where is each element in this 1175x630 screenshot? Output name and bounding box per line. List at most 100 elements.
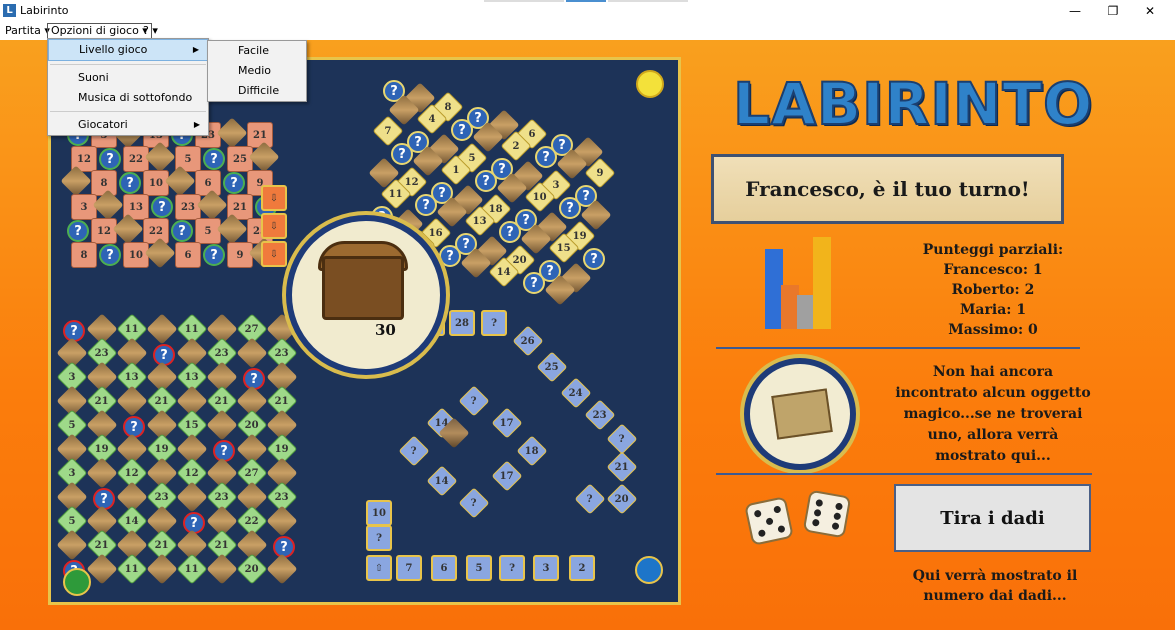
menu-item-livello-gioco[interactable]: Livello gioco ▶ [48,39,208,61]
mystery-tile-icon: ? [203,148,225,170]
stone-tile [146,553,178,585]
menu-item-medio[interactable]: Medio [208,61,306,81]
roll-dice-button[interactable]: Tira i dadi [894,484,1091,552]
dice-result-message: Qui verrà mostrato il numero dai dadi... [912,568,1078,604]
stone-tile [266,553,298,585]
chevron-right-icon: ▶ [193,120,200,129]
mystery-tile-icon: ? [67,220,89,242]
player-start-green [63,568,91,596]
mystery-tile-icon: ? [203,244,225,266]
board-tile: 22 [123,146,149,172]
path-tile: 23 [584,399,616,431]
stone-tile [176,481,208,513]
menu-separator [50,111,206,112]
scores-chart-icon [763,235,835,329]
mystery-tile-icon: ? [499,221,521,243]
board-tile: 11 [176,553,208,585]
titlebar-divider-accent [566,0,606,2]
options-dropdown: Livello gioco ▶ Suoni Musica di sottofond… [47,38,209,136]
path-tile: ? [458,487,490,519]
stone-tile [236,337,268,369]
minimize-button[interactable]: — [1060,2,1090,20]
mystery-tile-icon: ? [523,272,545,294]
stone-tile [86,457,118,489]
path-tile: 10 [366,500,392,526]
stone-tile [56,529,88,561]
menu-item-suoni[interactable]: Suoni [48,68,208,88]
mystery-tile-icon: ? [535,146,557,168]
treasure-chest-icon [322,256,404,320]
path-tile: ? [606,423,638,455]
score-maria: Maria: 1 [959,302,1027,318]
stone-tile [266,505,298,537]
path-tile: 20 [606,483,638,515]
path-tile: ? [574,483,606,515]
board-tile: 6 [175,242,201,268]
mystery-tile-icon: ? [171,220,193,242]
board-tile: 10 [123,242,149,268]
board-tile: 3 [71,194,97,220]
menu-item-difficile[interactable]: Difficile [208,81,306,101]
stone-tile [206,553,238,585]
menu-item-musica[interactable]: Musica di sottofondo [48,88,208,108]
close-button[interactable]: ✕ [1135,2,1165,20]
board-tile: 10 [143,170,169,196]
board-tile: 23 [175,194,201,220]
divider [716,473,1092,475]
path-tile: 17 [491,460,523,492]
path-tile: 2 [569,555,595,581]
turn-message-box: Francesco, è il tuo turno! [711,154,1064,224]
stone-tile [206,409,238,441]
scores-panel: Punteggi parziali: Francesco: 1 Roberto:… [905,240,1081,340]
board-tile: 11 [116,553,148,585]
path-tile: 21 [606,451,638,483]
path-tile: 24 [560,377,592,409]
score-massimo: Massimo: 0 [948,322,1038,338]
path-tile: ? [481,310,507,336]
board-tile: 12 [91,218,117,244]
maximize-button[interactable]: ❐ [1098,2,1128,20]
path-tile: 17 [491,407,523,439]
player-start-yellow [636,70,664,98]
board-tile: 5 [195,218,221,244]
board-tile: 9 [227,242,253,268]
menu-item-facile[interactable]: Facile [208,41,306,61]
board-tile: 20 [236,553,268,585]
menu-item-giocatori[interactable]: Giocatori ▶ [48,115,208,135]
stone-tile [86,553,118,585]
divider [716,347,1080,349]
stone-tile [216,117,248,149]
menu-partita[interactable]: Partita ▾ [2,24,53,38]
level-submenu: Facile Medio Difficile [207,40,307,102]
path-tile: 28 [449,310,475,336]
menu-help[interactable]: ? ▾ [140,24,161,38]
path-tile: 5 [466,555,492,581]
path-tile: ? [366,525,392,551]
path-tile: ? [458,385,490,417]
mystery-tile-icon: ? [391,143,413,165]
path-tile: 7 [396,555,422,581]
arrow-down-icon: ⇩ [261,213,287,239]
mystery-tile-icon: ? [119,172,141,194]
arrow-down-icon: ⇩ [261,241,287,267]
board-tile: 8 [71,242,97,268]
mystery-tile-icon: ? [223,172,245,194]
titlebar-divider [484,0,564,2]
menu-opzioni-di-gioco[interactable]: Opzioni di gioco ▾ [47,23,152,39]
path-tile: 26 [512,325,544,357]
stone-tile [146,313,178,345]
scores-title: Punteggi parziali: [922,242,1064,258]
path-tile: ? [499,555,525,581]
path-tile: ? [398,435,430,467]
chevron-right-icon: ▶ [192,45,199,54]
magic-object-message: Non hai ancora incontrato alcun oggetto … [895,364,1091,464]
path-tile: 3 [533,555,559,581]
score-francesco: Francesco: 1 [943,262,1043,278]
app-icon: L [3,4,16,17]
path-tile: 18 [516,435,548,467]
mystery-tile-icon: ? [475,170,497,192]
magic-object-medallion [744,358,856,470]
treasure-value: 30 [375,321,396,339]
mystery-tile-icon: ? [439,245,461,267]
mystery-tile-icon: ? [415,194,437,216]
